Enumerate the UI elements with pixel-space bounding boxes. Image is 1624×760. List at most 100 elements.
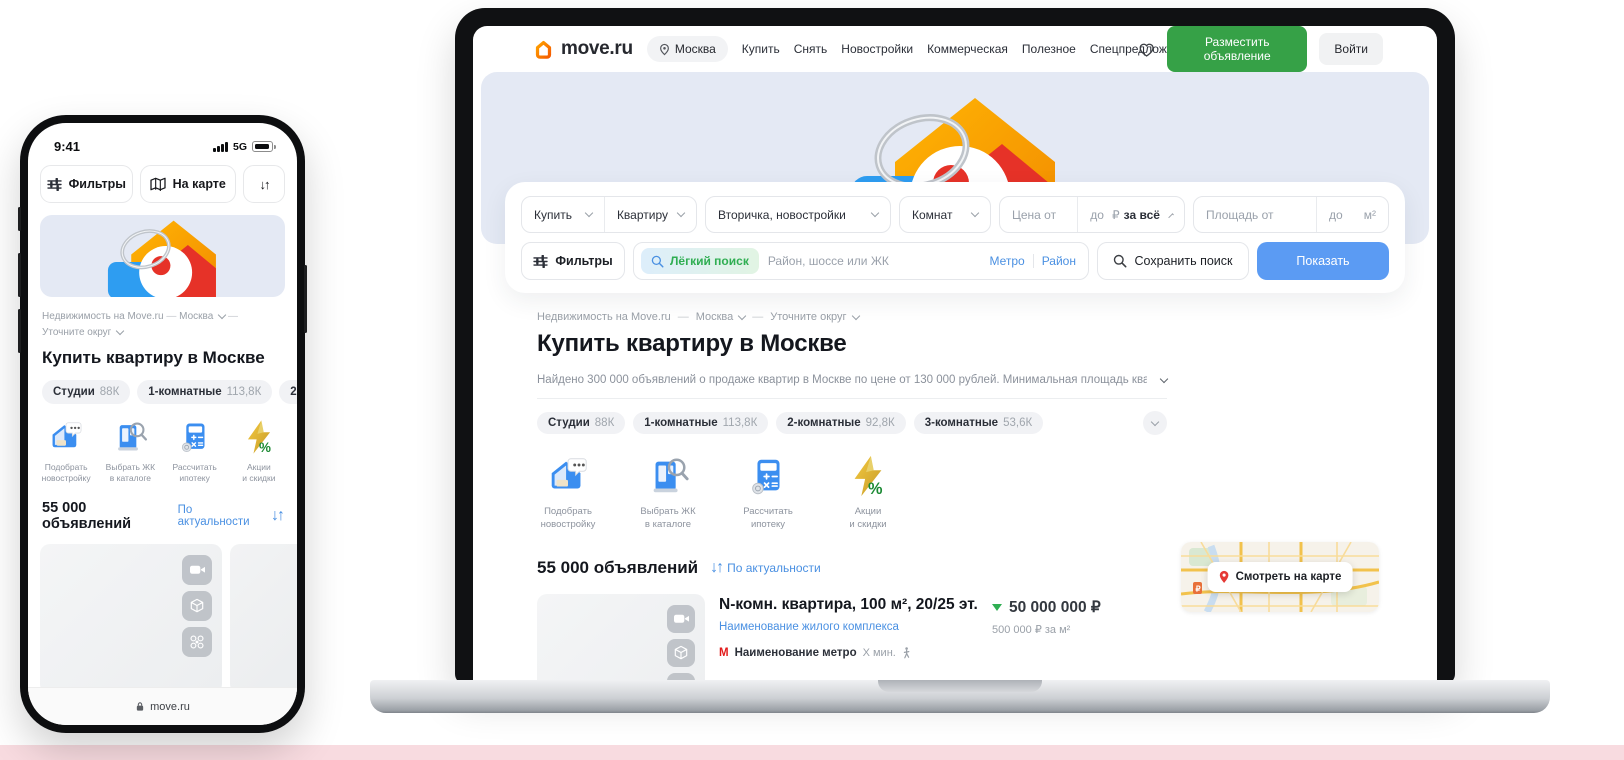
nav-item-commercial[interactable]: Коммерческая (927, 42, 1008, 56)
rooms-dropdown[interactable]: Комнат (900, 197, 990, 232)
chip-1room[interactable]: 1-комнатные 113,8К (633, 412, 768, 434)
metro-walk-time: Х мин. (863, 647, 896, 659)
background-strip (0, 745, 1624, 760)
service-promos[interactable]: Акциии скидки (227, 418, 291, 485)
room-filter-chips: Студии 88К 1-комнатные 113,8К 2-комнатны… (537, 411, 1167, 435)
sort-arrows-icon: ↓↑ (710, 559, 722, 577)
status-time: 9:41 (54, 139, 80, 154)
login-button[interactable]: Войти (1319, 33, 1383, 65)
service-complex-catalog[interactable]: Выбрать ЖКв каталоге (98, 418, 162, 485)
metro-logo-icon: М (719, 647, 729, 659)
listing-photo[interactable] (537, 594, 705, 684)
calculator-icon (745, 453, 791, 499)
area-from-input[interactable] (1206, 208, 1304, 222)
easy-search-toggle[interactable]: Лёгкий поиск (641, 248, 759, 274)
breadcrumb-district-dropdown[interactable]: Уточните округ (42, 325, 123, 341)
phone-on-map-button[interactable]: На карте (140, 165, 236, 203)
browser-url-bar[interactable]: move.ru (28, 687, 297, 725)
laptop-base (370, 680, 1550, 713)
chip-studios[interactable]: Студии 88К (537, 412, 625, 434)
price-to-input[interactable] (1090, 208, 1108, 222)
sort-control[interactable]: ↓↑ По актуальности (710, 559, 821, 577)
phone-sort-button[interactable]: ↓↑ (243, 165, 285, 203)
favorites-heart-icon[interactable] (1138, 40, 1155, 59)
area-unit-label: м² (1364, 208, 1376, 222)
district-link[interactable]: Район (1042, 254, 1076, 268)
moveru-logo[interactable]: move.ru (533, 38, 633, 60)
breadcrumb-root[interactable]: Недвижимость на Move.ru (537, 311, 671, 323)
service-mortgage-calc[interactable]: Рассчитатьипотеку (737, 453, 799, 532)
phone-volume-up-button (18, 253, 21, 297)
market-type-dropdown[interactable]: Вторичка, новостройки (706, 197, 890, 232)
city-selector[interactable]: Москва (647, 36, 728, 62)
nav-item-rent[interactable]: Снять (794, 42, 828, 56)
sliders-icon (47, 178, 62, 191)
service-complex-catalog[interactable]: Выбрать ЖКв каталоге (637, 453, 699, 532)
post-ad-button[interactable]: Разместить объявление (1167, 26, 1307, 72)
nav-item-useful[interactable]: Полезное (1022, 42, 1076, 56)
expand-description-icon[interactable] (1160, 374, 1168, 382)
breadcrumb-district-dropdown[interactable]: Уточните округ (770, 311, 858, 323)
service-mortgage-calc[interactable]: Рассчитатьипотеку (163, 418, 227, 485)
service-shortcuts: Подобратьновостройку Выбрать ЖКв каталог… (537, 453, 1167, 532)
chip-1room[interactable]: 1-комнатные 113,8К (137, 380, 272, 404)
chip-studios[interactable]: Студии 88К (42, 380, 130, 404)
battery-icon (252, 141, 273, 152)
breadcrumb-city-dropdown[interactable]: Москва (179, 309, 225, 325)
cube-3d-icon (673, 645, 689, 661)
breadcrumb-city-dropdown[interactable]: Москва (696, 311, 746, 323)
area-to-input[interactable] (1329, 208, 1360, 222)
listing-card[interactable]: N-комн. квартира, 100 м², 20/25 эт. Наим… (537, 594, 1167, 684)
listing-title[interactable]: N-комн. квартира, 100 м², 20/25 эт. (719, 596, 978, 614)
phone-service-shortcuts: Подобратьновостройку Выбрать ЖКв каталог… (34, 418, 291, 485)
metro-link[interactable]: Метро (989, 254, 1024, 268)
bolt-percent-icon (845, 453, 891, 499)
view-on-map-button[interactable]: Смотреть на карте (1208, 562, 1353, 592)
sort-arrows-icon: ↓↑ (271, 507, 283, 525)
chip-3room[interactable]: 3-комнатные 53,6К (914, 412, 1043, 434)
building-search-icon (645, 453, 691, 499)
chip-2room[interactable]: 2-комнатные 92,8К (279, 380, 297, 404)
save-search-icon (1113, 254, 1127, 268)
phone-status-bar: 9:41 5G (28, 123, 297, 154)
listings-count: 55 000 объявлений (42, 500, 178, 532)
map-preview[interactable]: ₽ Смотреть на карте (1181, 542, 1379, 612)
nav-item-buy[interactable]: Купить (742, 42, 780, 56)
chip-2room[interactable]: 2-комнатные 92,8К (776, 412, 905, 434)
complex-link[interactable]: Наименование жилого комплекса (719, 621, 899, 633)
nav-item-newbuildings[interactable]: Новостройки (841, 42, 913, 56)
expand-chips-button[interactable] (1143, 411, 1167, 435)
show-results-button[interactable]: Показать (1257, 242, 1389, 280)
lock-icon (135, 701, 145, 712)
deal-type-dropdown[interactable]: Купить (522, 197, 604, 232)
phone-sort-control[interactable]: По актуальности ↓↑ (178, 504, 283, 528)
tour3d-badge (667, 639, 695, 667)
desktop-top-nav: move.ru Москва Купить Снять Новостройки (473, 26, 1437, 72)
listing-photo[interactable] (40, 544, 222, 694)
price-from-input[interactable] (1012, 208, 1065, 222)
phone-page-title: Купить квартиру в Москве (42, 348, 283, 368)
save-search-button[interactable]: Сохранить поиск (1097, 242, 1249, 280)
drone-icon (189, 634, 205, 650)
house-chat-icon (545, 453, 591, 499)
search-icon (651, 255, 664, 268)
listing-photo-next[interactable] (230, 544, 297, 694)
service-pick-newbuilding[interactable]: Подобратьновостройку (537, 453, 599, 532)
service-promos[interactable]: Акциии скидки (837, 453, 899, 532)
object-type-dropdown[interactable]: Квартиру (604, 197, 696, 232)
location-input[interactable] (768, 254, 981, 268)
filters-button[interactable]: Фильтры (521, 242, 625, 280)
signal-icon (213, 142, 228, 152)
price-mode-toggle[interactable]: за всё (1124, 208, 1160, 222)
tour3d-badge (182, 591, 212, 621)
sliders-icon (533, 255, 548, 268)
service-pick-newbuilding[interactable]: Подобратьновостройку (34, 418, 98, 485)
phone-volume-down-button (18, 309, 21, 353)
phone-room-filter-chips: Студии 88К 1-комнатные 113,8К 2-комнатны… (42, 380, 297, 404)
phone-filters-button[interactable]: Фильтры (40, 165, 133, 203)
breadcrumb-root[interactable]: Недвижимость на Move.ru (42, 311, 164, 322)
price-per-meter: 500 000 ₽ за м² (992, 623, 1167, 636)
map-pin-icon (1219, 570, 1230, 584)
building-search-icon (111, 418, 149, 456)
laptop-screen: move.ru Москва Купить Снять Новостройки (473, 26, 1437, 684)
